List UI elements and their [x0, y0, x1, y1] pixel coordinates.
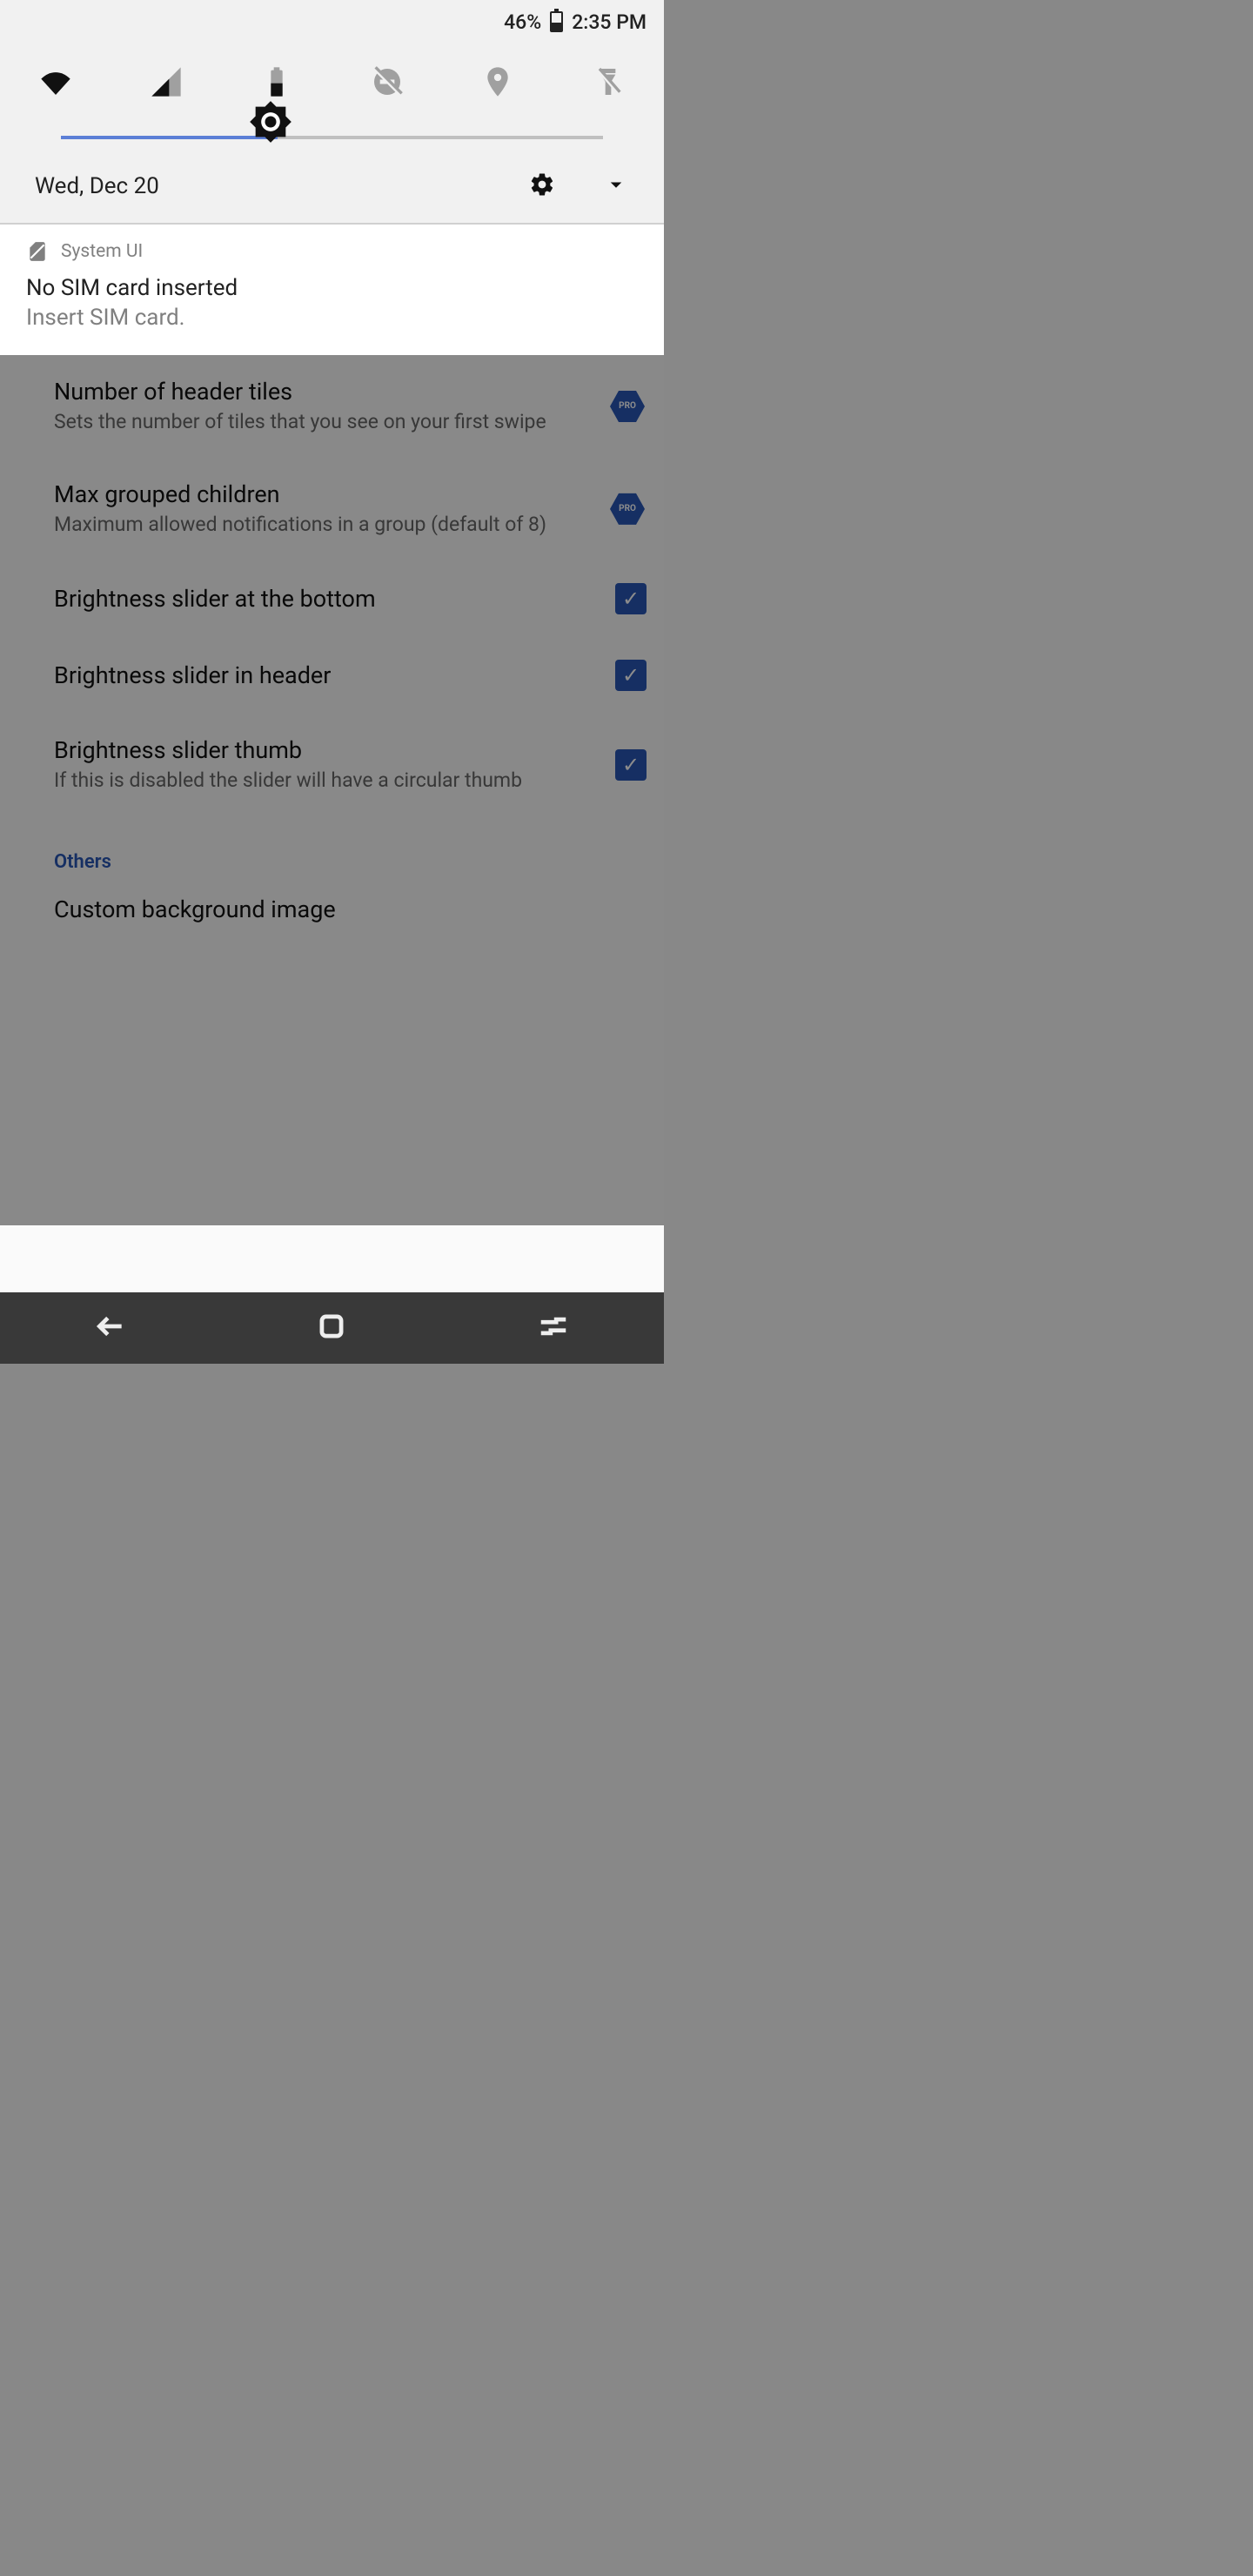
notification-app-row: System UI	[26, 240, 638, 263]
brightness-icon	[248, 99, 293, 144]
nav-back-button[interactable]	[94, 1310, 127, 1346]
qs-flashlight-tile[interactable]	[587, 61, 629, 103]
settings-background: Number of header tiles Sets the number o…	[0, 355, 664, 1225]
battery-tile-icon	[259, 64, 294, 99]
brightness-thumb[interactable]	[248, 99, 293, 144]
location-icon	[480, 64, 515, 99]
flashlight-icon	[591, 64, 626, 99]
quick-settings-footer: Wed, Dec 20	[26, 150, 638, 201]
notification-app-name: System UI	[61, 241, 143, 262]
quick-settings-tiles	[26, 57, 638, 120]
screen: 46% 2:35 PM	[0, 0, 664, 1364]
clock: 2:35 PM	[572, 10, 647, 34]
qs-dnd-tile[interactable]	[366, 61, 408, 103]
qs-location-tile[interactable]	[477, 61, 519, 103]
back-icon	[94, 1310, 127, 1343]
nav-recents-button[interactable]	[537, 1310, 570, 1346]
qs-wifi-tile[interactable]	[35, 61, 77, 103]
do-not-disturb-icon	[370, 64, 405, 99]
gear-icon	[529, 171, 555, 198]
qs-date[interactable]: Wed, Dec 20	[35, 173, 159, 199]
recents-icon	[537, 1310, 570, 1343]
qs-battery-tile[interactable]	[256, 61, 298, 103]
home-icon	[315, 1310, 348, 1343]
settings-button[interactable]	[529, 171, 555, 201]
status-bar: 46% 2:35 PM	[0, 0, 664, 44]
wifi-icon	[38, 64, 73, 99]
dim-overlay[interactable]	[0, 355, 664, 1225]
battery-icon	[550, 11, 563, 32]
notification-card[interactable]: System UI No SIM card inserted Insert SI…	[0, 225, 664, 355]
brightness-slider[interactable]	[26, 120, 638, 150]
notification-title: No SIM card inserted	[26, 275, 638, 301]
notification-text: Insert SIM card.	[26, 305, 638, 331]
quick-settings-panel: Wed, Dec 20	[0, 44, 664, 225]
expand-button[interactable]	[603, 171, 629, 201]
chevron-down-icon	[603, 171, 629, 198]
cellular-icon	[149, 64, 184, 99]
battery-percent: 46%	[504, 10, 541, 34]
qs-cellular-tile[interactable]	[145, 61, 187, 103]
nav-home-button[interactable]	[315, 1310, 348, 1346]
sim-icon	[26, 240, 49, 263]
navigation-bar	[0, 1292, 664, 1364]
